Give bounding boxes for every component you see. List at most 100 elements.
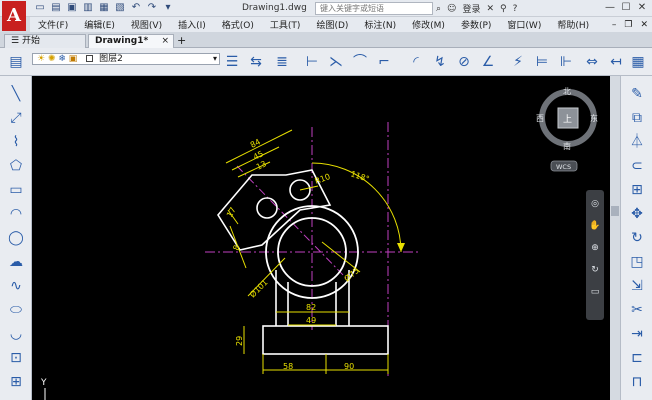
scrollbar-thumb[interactable] [611,206,619,216]
viewcube-west[interactable]: 西 [536,114,544,123]
print-icon[interactable]: ▦ [98,2,110,14]
doc-restore-icon[interactable]: ❐ [624,20,632,30]
save-icon[interactable]: ▣ [66,2,78,14]
rotate-icon[interactable]: ↻ [627,228,647,248]
connect-icon[interactable]: ⚲ [500,4,507,14]
polyline-icon[interactable]: ⌇ [6,132,26,152]
menu-tools[interactable]: 工具(T) [270,18,301,31]
orbit-icon[interactable]: ↻ [589,264,601,276]
open-folder-icon[interactable]: ▤ [50,2,62,14]
login-link[interactable]: 登录 [462,2,480,15]
ellipse-icon[interactable]: ⬭ [6,300,26,320]
viewcube-top[interactable]: 上 [563,114,572,125]
menu-draw[interactable]: 绘图(D) [316,18,348,31]
menu-file[interactable]: 文件(F) [38,18,68,31]
erase-icon[interactable]: ✎ [627,84,647,104]
stretch-icon[interactable]: ⇲ [627,276,647,296]
user-icon[interactable]: ☺ [447,4,456,14]
layer-dropdown[interactable]: ☀ ✺ ❄ ▣ 图层2 ▾ [32,53,220,65]
layer-match-icon[interactable]: ⇆ [246,52,266,72]
tab-start[interactable]: ☰ 开始 [4,34,86,48]
move-icon[interactable]: ✥ [627,204,647,224]
vertical-scrollbar[interactable] [610,76,620,400]
doc-close-icon[interactable]: ✕ [640,20,648,30]
doc-minimize-icon[interactable]: – [612,20,617,30]
make-block-icon[interactable]: ⊞ [6,372,26,392]
maximize-icon[interactable]: ☐ [618,0,634,16]
baseline-dimension-icon[interactable]: ⊨ [532,52,552,72]
arc-length-icon[interactable]: ⌒ [350,52,370,72]
new-file-icon[interactable]: ▭ [34,2,46,14]
ordinate-dimension-icon[interactable]: ⌐ [374,52,394,72]
jogged-dimension-icon[interactable]: ↯ [430,52,450,72]
menu-format[interactable]: 格式(O) [222,18,254,31]
full-navigation-wheel-icon[interactable]: ◎ [589,198,601,210]
tolerance-icon[interactable]: ▦ [628,52,648,72]
app-logo[interactable]: A [2,1,26,31]
menu-insert[interactable]: 插入(I) [178,18,206,31]
zoom-extents-icon[interactable]: ⊕ [589,242,601,254]
angular-dimension-icon[interactable]: ∠ [478,52,498,72]
extend-icon[interactable]: ⇥ [627,324,647,344]
menu-dimension[interactable]: 标注(N) [364,18,396,31]
save-as-icon[interactable]: ▥ [82,2,94,14]
rectangle-icon[interactable]: ▭ [6,180,26,200]
aligned-dimension-icon[interactable]: ⋋ [326,52,346,72]
redo-icon[interactable]: ↷ [146,2,158,14]
pan-icon[interactable]: ✋ [589,220,601,232]
plot-icon[interactable]: ▧ [114,2,126,14]
revision-cloud-icon[interactable]: ☁ [6,252,26,272]
viewcube-north[interactable]: 北 [563,87,571,96]
tab-close-icon[interactable]: × [161,35,169,48]
showmotion-icon[interactable]: ▭ [589,286,601,298]
break-icon[interactable]: ⊏ [627,348,647,368]
menu-help[interactable]: 帮助(H) [557,18,589,31]
binoculars-icon[interactable]: ⌕ [436,4,441,14]
trim-icon[interactable]: ✂ [627,300,647,320]
ellipse-arc-icon[interactable]: ◡ [6,324,26,344]
viewcube-wcs[interactable]: WCS [556,163,571,171]
viewcube-east[interactable]: 东 [590,113,598,123]
menu-parameter[interactable]: 参数(P) [461,18,491,31]
scale-icon[interactable]: ◳ [627,252,647,272]
undo-icon[interactable]: ↶ [130,2,142,14]
help-icon[interactable]: ? [513,4,518,14]
drawing-canvas[interactable]: 84 45 13 17 8 R10 118° Ø101 Ø75 82 49 29… [32,76,610,400]
offset-icon[interactable]: ⊂ [627,156,647,176]
menu-window[interactable]: 窗口(W) [507,18,541,31]
tab-drawing1[interactable]: Drawing1* × [88,34,174,48]
search-input[interactable]: 键入关键字或短语 [315,2,433,15]
spline-icon[interactable]: ∿ [6,276,26,296]
diameter-dimension-icon[interactable]: ⊘ [454,52,474,72]
array-icon[interactable]: ⊞ [627,180,647,200]
close-icon[interactable]: ✕ [634,0,650,16]
dropdown-icon[interactable]: ▾ [162,2,174,14]
minimize-icon[interactable]: — [602,0,618,16]
radius-dimension-icon[interactable]: ◜ [406,52,426,72]
quick-dimension-icon[interactable]: ⚡ [508,52,528,72]
layer-stack-icon[interactable]: ☰ [222,52,242,72]
line-tool-icon[interactable]: ╲ [6,84,26,104]
arc-icon[interactable]: ◠ [6,204,26,224]
mirror-icon[interactable]: ⏃ [627,132,647,152]
layer-properties-icon[interactable]: ▤ [6,52,26,72]
menu-toggle-icon: ☰ [11,36,22,46]
construction-line-icon[interactable]: ⤢ [6,108,26,128]
menu-edit[interactable]: 编辑(E) [84,18,115,31]
dimension-space-icon[interactable]: ⇔ [582,52,602,72]
insert-block-icon[interactable]: ⊡ [6,348,26,368]
viewcube-south[interactable]: 南 [563,141,571,151]
dimension-break-icon[interactable]: ↤ [606,52,626,72]
join-icon[interactable]: ⊓ [627,372,647,392]
viewcube[interactable]: 上 北 南 东 西 WCS [536,87,598,172]
new-tab-button[interactable]: + [177,34,186,47]
linear-dimension-icon[interactable]: ⊢ [302,52,322,72]
continue-dimension-icon[interactable]: ⊩ [556,52,576,72]
exchange-icon[interactable]: ✕ [486,4,494,14]
circle-icon[interactable]: ◯ [6,228,26,248]
layer-previous-icon[interactable]: ≣ [272,52,292,72]
polygon-icon[interactable]: ⬠ [6,156,26,176]
menu-view[interactable]: 视图(V) [131,18,162,31]
menu-modify[interactable]: 修改(M) [412,18,445,31]
copy-icon[interactable]: ⧉ [627,108,647,128]
